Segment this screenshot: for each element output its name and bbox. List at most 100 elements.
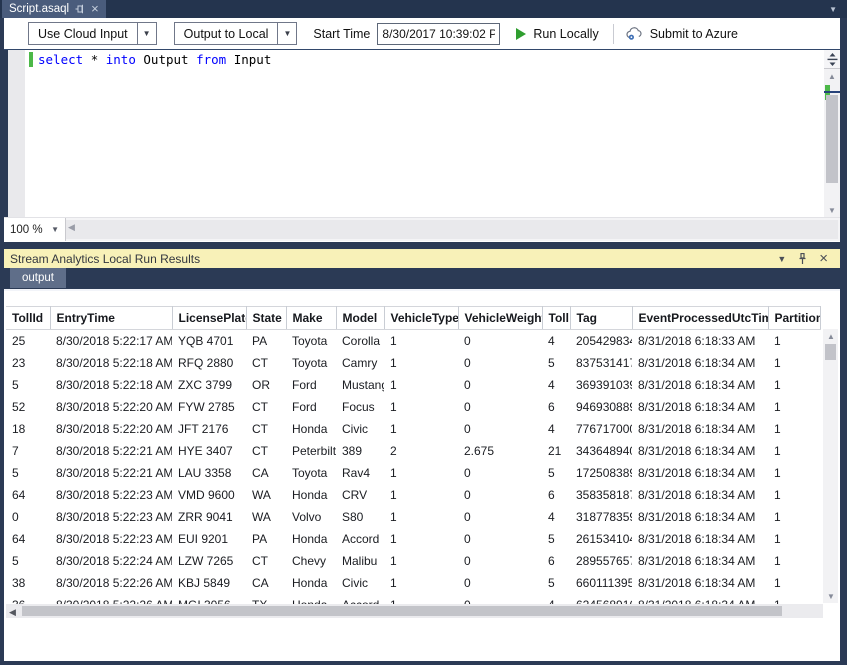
column-header-partition[interactable]: Partition [768, 307, 820, 330]
table-row[interactable]: 388/30/2018 5:22:26 AMKBJ 5849CAHondaCiv… [6, 572, 820, 594]
table-cell: Mustang [336, 374, 384, 396]
table-cell: CT [246, 396, 286, 418]
column-header-eventprocessedutctime[interactable]: EventProcessedUtcTime [632, 307, 768, 330]
table-row[interactable]: 648/30/2018 5:22:23 AMVMD 9600WAHondaCRV… [6, 484, 820, 506]
column-header-entrytime[interactable]: EntryTime [50, 307, 172, 330]
table-cell: 5 [542, 352, 570, 374]
table-cell: 261534104 [570, 528, 632, 550]
table-cell: Focus [336, 396, 384, 418]
code-line[interactable]: select * into Output from Input [38, 52, 271, 67]
column-header-model[interactable]: Model [336, 307, 384, 330]
table-cell: 1 [384, 572, 458, 594]
table-cell: 946930889 [570, 396, 632, 418]
table-cell: 8/31/2018 6:18:34 AM [632, 418, 768, 440]
pin-icon[interactable] [798, 253, 807, 265]
table-cell: Toyota [286, 352, 336, 374]
table-cell: Honda [286, 484, 336, 506]
table-cell: 1 [384, 330, 458, 352]
scroll-left-icon[interactable]: ◀ [68, 222, 75, 233]
table-row[interactable]: 58/30/2018 5:22:21 AMLAU 3358CAToyotaRav… [6, 462, 820, 484]
table-cell: Honda [286, 528, 336, 550]
scroll-left-icon[interactable]: ◀ [9, 607, 16, 618]
table-cell: CA [246, 572, 286, 594]
code-token: from [196, 52, 226, 67]
table-cell: 624568916 [570, 594, 632, 604]
editor-split-handle[interactable] [824, 50, 840, 69]
table-cell: 1 [384, 550, 458, 572]
table-cell: 1 [768, 440, 820, 462]
table-cell: YQB 4701 [172, 330, 246, 352]
table-cell: 6 [542, 396, 570, 418]
close-icon[interactable]: × [91, 4, 99, 14]
results-vertical-scrollbar[interactable]: ▲ ▼ [823, 329, 838, 603]
column-header-licenseplate[interactable]: LicensePlate [172, 307, 246, 330]
table-cell: 0 [458, 462, 542, 484]
table-cell: 8/30/2018 5:22:23 AM [50, 506, 172, 528]
tab-output[interactable]: output [10, 268, 66, 288]
table-cell: 1 [384, 418, 458, 440]
table-row[interactable]: 58/30/2018 5:22:24 AMLZW 7265CTChevyMali… [6, 550, 820, 572]
table-row[interactable]: 188/30/2018 5:22:20 AMJFT 2176CTHondaCiv… [6, 418, 820, 440]
results-title-bar[interactable]: Stream Analytics Local Run Results ▼ × [4, 249, 840, 268]
table-cell: 8/30/2018 5:22:20 AM [50, 418, 172, 440]
results-horizontal-scrollbar[interactable]: ◀ [6, 604, 823, 618]
table-row[interactable]: 648/30/2018 5:22:23 AMEUI 9201PAHondaAcc… [6, 528, 820, 550]
table-cell: 0 [458, 352, 542, 374]
table-cell: 8/30/2018 5:22:21 AM [50, 440, 172, 462]
column-header-make[interactable]: Make [286, 307, 336, 330]
scroll-up-icon[interactable]: ▲ [824, 69, 840, 83]
table-cell: KBJ 5849 [172, 572, 246, 594]
table-cell: 8/31/2018 6:18:34 AM [632, 440, 768, 462]
start-time-input[interactable] [377, 23, 500, 45]
output-target-dropdown[interactable]: Output to Local ▼ [174, 22, 298, 45]
table-cell: WA [246, 506, 286, 528]
scroll-down-icon[interactable]: ▼ [824, 203, 840, 217]
input-source-dropdown[interactable]: Use Cloud Input ▼ [28, 22, 157, 45]
table-row[interactable]: 08/30/2018 5:22:23 AMZRR 9041WAVolvoS801… [6, 506, 820, 528]
run-locally-button[interactable]: Run Locally [516, 27, 598, 41]
column-header-toll[interactable]: Toll [542, 307, 570, 330]
table-row[interactable]: 368/30/2018 5:22:26 AMMGI 3056TXHondaAcc… [6, 594, 820, 604]
chevron-down-icon[interactable]: ▼ [137, 23, 156, 44]
table-cell: Ford [286, 396, 336, 418]
code-token: Output [143, 52, 188, 67]
column-header-tag[interactable]: Tag [570, 307, 632, 330]
code-token: select [38, 52, 83, 67]
submit-to-azure-button[interactable]: Submit to Azure [626, 27, 738, 41]
table-row[interactable]: 528/30/2018 5:22:20 AMFYW 2785CTFordFocu… [6, 396, 820, 418]
table-row[interactable]: 238/30/2018 5:22:18 AMRFQ 2880CTToyotaCa… [6, 352, 820, 374]
column-header-vehicletype[interactable]: VehicleType [384, 307, 458, 330]
close-icon[interactable]: × [819, 250, 828, 267]
table-cell: CT [246, 352, 286, 374]
table-cell: 2.675 [458, 440, 542, 462]
table-cell: 1 [768, 462, 820, 484]
column-header-state[interactable]: State [246, 307, 286, 330]
play-icon [516, 28, 526, 40]
window-menu-icon[interactable]: ▼ [777, 254, 786, 264]
column-header-vehicleweight[interactable]: VehicleWeight [458, 307, 542, 330]
table-row[interactable]: 58/30/2018 5:22:18 AMZXC 3799ORFordMusta… [6, 374, 820, 396]
table-cell: OR [246, 374, 286, 396]
tab-list-dropdown-icon[interactable]: ▼ [829, 5, 837, 14]
pin-icon[interactable] [75, 4, 85, 14]
tab-script-asaql[interactable]: Script.asaql × [2, 0, 106, 18]
table-cell: 8/30/2018 5:22:18 AM [50, 352, 172, 374]
table-cell: 0 [6, 506, 50, 528]
editor-horizontal-scrollbar[interactable]: ◀ [66, 220, 838, 239]
caret-position-mark [824, 91, 840, 93]
scroll-up-icon[interactable]: ▲ [823, 329, 839, 343]
scrollbar-thumb[interactable] [22, 606, 782, 616]
zoom-level-dropdown[interactable]: 100 % ▼ [4, 218, 66, 241]
table-cell: Corolla [336, 330, 384, 352]
table-row[interactable]: 258/30/2018 5:22:17 AMYQB 4701PAToyotaCo… [6, 330, 820, 352]
table-cell: 8/31/2018 6:18:34 AM [632, 506, 768, 528]
column-header-tollid[interactable]: TollId [6, 307, 50, 330]
table-row[interactable]: 78/30/2018 5:22:21 AMHYE 3407CTPeterbilt… [6, 440, 820, 462]
scrollbar-thumb[interactable] [826, 95, 838, 183]
code-editor[interactable]: select * into Output from Input ▲ ▼ [4, 50, 840, 217]
chevron-down-icon[interactable]: ▼ [277, 23, 296, 44]
scroll-down-icon[interactable]: ▼ [823, 589, 839, 603]
table-cell: 4 [542, 594, 570, 604]
editor-vertical-scrollbar[interactable]: ▲ ▼ [824, 69, 840, 217]
scrollbar-thumb[interactable] [825, 344, 836, 360]
